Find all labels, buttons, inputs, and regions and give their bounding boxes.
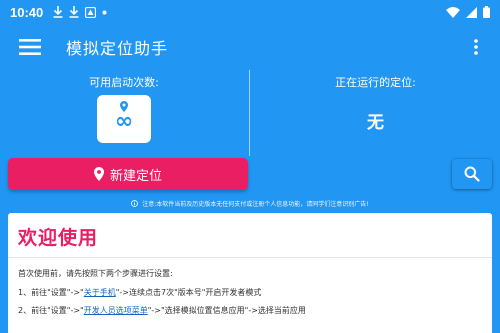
available-launches-label: 可用启动次数: [89, 76, 159, 89]
notification-icons [53, 6, 107, 18]
welcome-divider [8, 257, 492, 258]
running-location-value: 无 [367, 113, 384, 133]
step-1-suffix: "->连续点击7次"版本号"开启开发者模式 [115, 288, 262, 297]
available-launches-value: ∞ [114, 108, 134, 134]
running-location: 正在运行的定位: 无 [251, 70, 500, 156]
location-pin-icon [93, 167, 104, 181]
about-phone-link[interactable]: 关于手机 [84, 288, 116, 297]
setup-step-1: 1、前往"设置"->"关于手机"->连续点击7次"版本号"开启开发者模式 [18, 285, 378, 300]
available-launches-card: ∞ [97, 95, 151, 143]
new-location-label: 新建定位 [109, 168, 162, 184]
system-icons [446, 6, 490, 18]
page-title: 模拟定位助手 [66, 39, 169, 58]
stats-divider [249, 70, 250, 156]
available-launches: 可用启动次数: ∞ [0, 70, 248, 156]
step-2-prefix: 2、前往"设置"->" [18, 306, 84, 315]
status-time: 10:40 [10, 4, 44, 20]
running-location-label: 正在运行的定位: [335, 76, 416, 89]
download-icon [53, 6, 63, 18]
welcome-title: 欢迎使用 [18, 227, 99, 249]
welcome-card: 欢迎使用 首次使用前，请先按照下两个步骤进行设置: 1、前往"设置"->"关于手… [8, 213, 492, 333]
search-icon [464, 166, 480, 182]
notice: 注意:本软件当前及历史版本无任何支付或注册个人信息功能，请同学们注意识别广告! [0, 196, 500, 210]
setup-step-2: 2、前往"设置"->"开发人员选项菜单"->"选择模拟位置信息应用"->选择当前… [18, 303, 378, 318]
status-bar: 10:40 [0, 0, 500, 24]
app-bar: 模拟定位助手 [0, 24, 500, 70]
battery-icon [483, 6, 490, 18]
step-2-suffix: "->"选择模拟位置信息应用"->选择当前应用 [147, 306, 306, 315]
step-1-prefix: 1、前往"设置"->" [18, 288, 84, 297]
welcome-intro: 首次使用前，请先按照下两个步骤进行设置: [18, 269, 173, 278]
developer-options-link[interactable]: 开发人员选项菜单 [84, 306, 148, 315]
more-vert-icon[interactable] [466, 36, 486, 58]
notice-text: 注意:本软件当前及历史版本无任何支付或注册个人信息功能，请同学们注意识别广告! [142, 200, 369, 208]
info-icon [131, 199, 139, 207]
download-icon [69, 6, 79, 18]
search-button[interactable] [452, 159, 492, 189]
dot-icon [102, 10, 107, 14]
hamburger-menu-icon[interactable] [6, 24, 54, 70]
new-location-button[interactable]: 新建定位 [8, 158, 248, 190]
app-notification-icon [85, 6, 97, 18]
wifi-icon [446, 6, 460, 18]
stats-panel: 可用启动次数: ∞ 正在运行的定位: 无 [0, 70, 500, 156]
signal-icon [466, 6, 477, 18]
